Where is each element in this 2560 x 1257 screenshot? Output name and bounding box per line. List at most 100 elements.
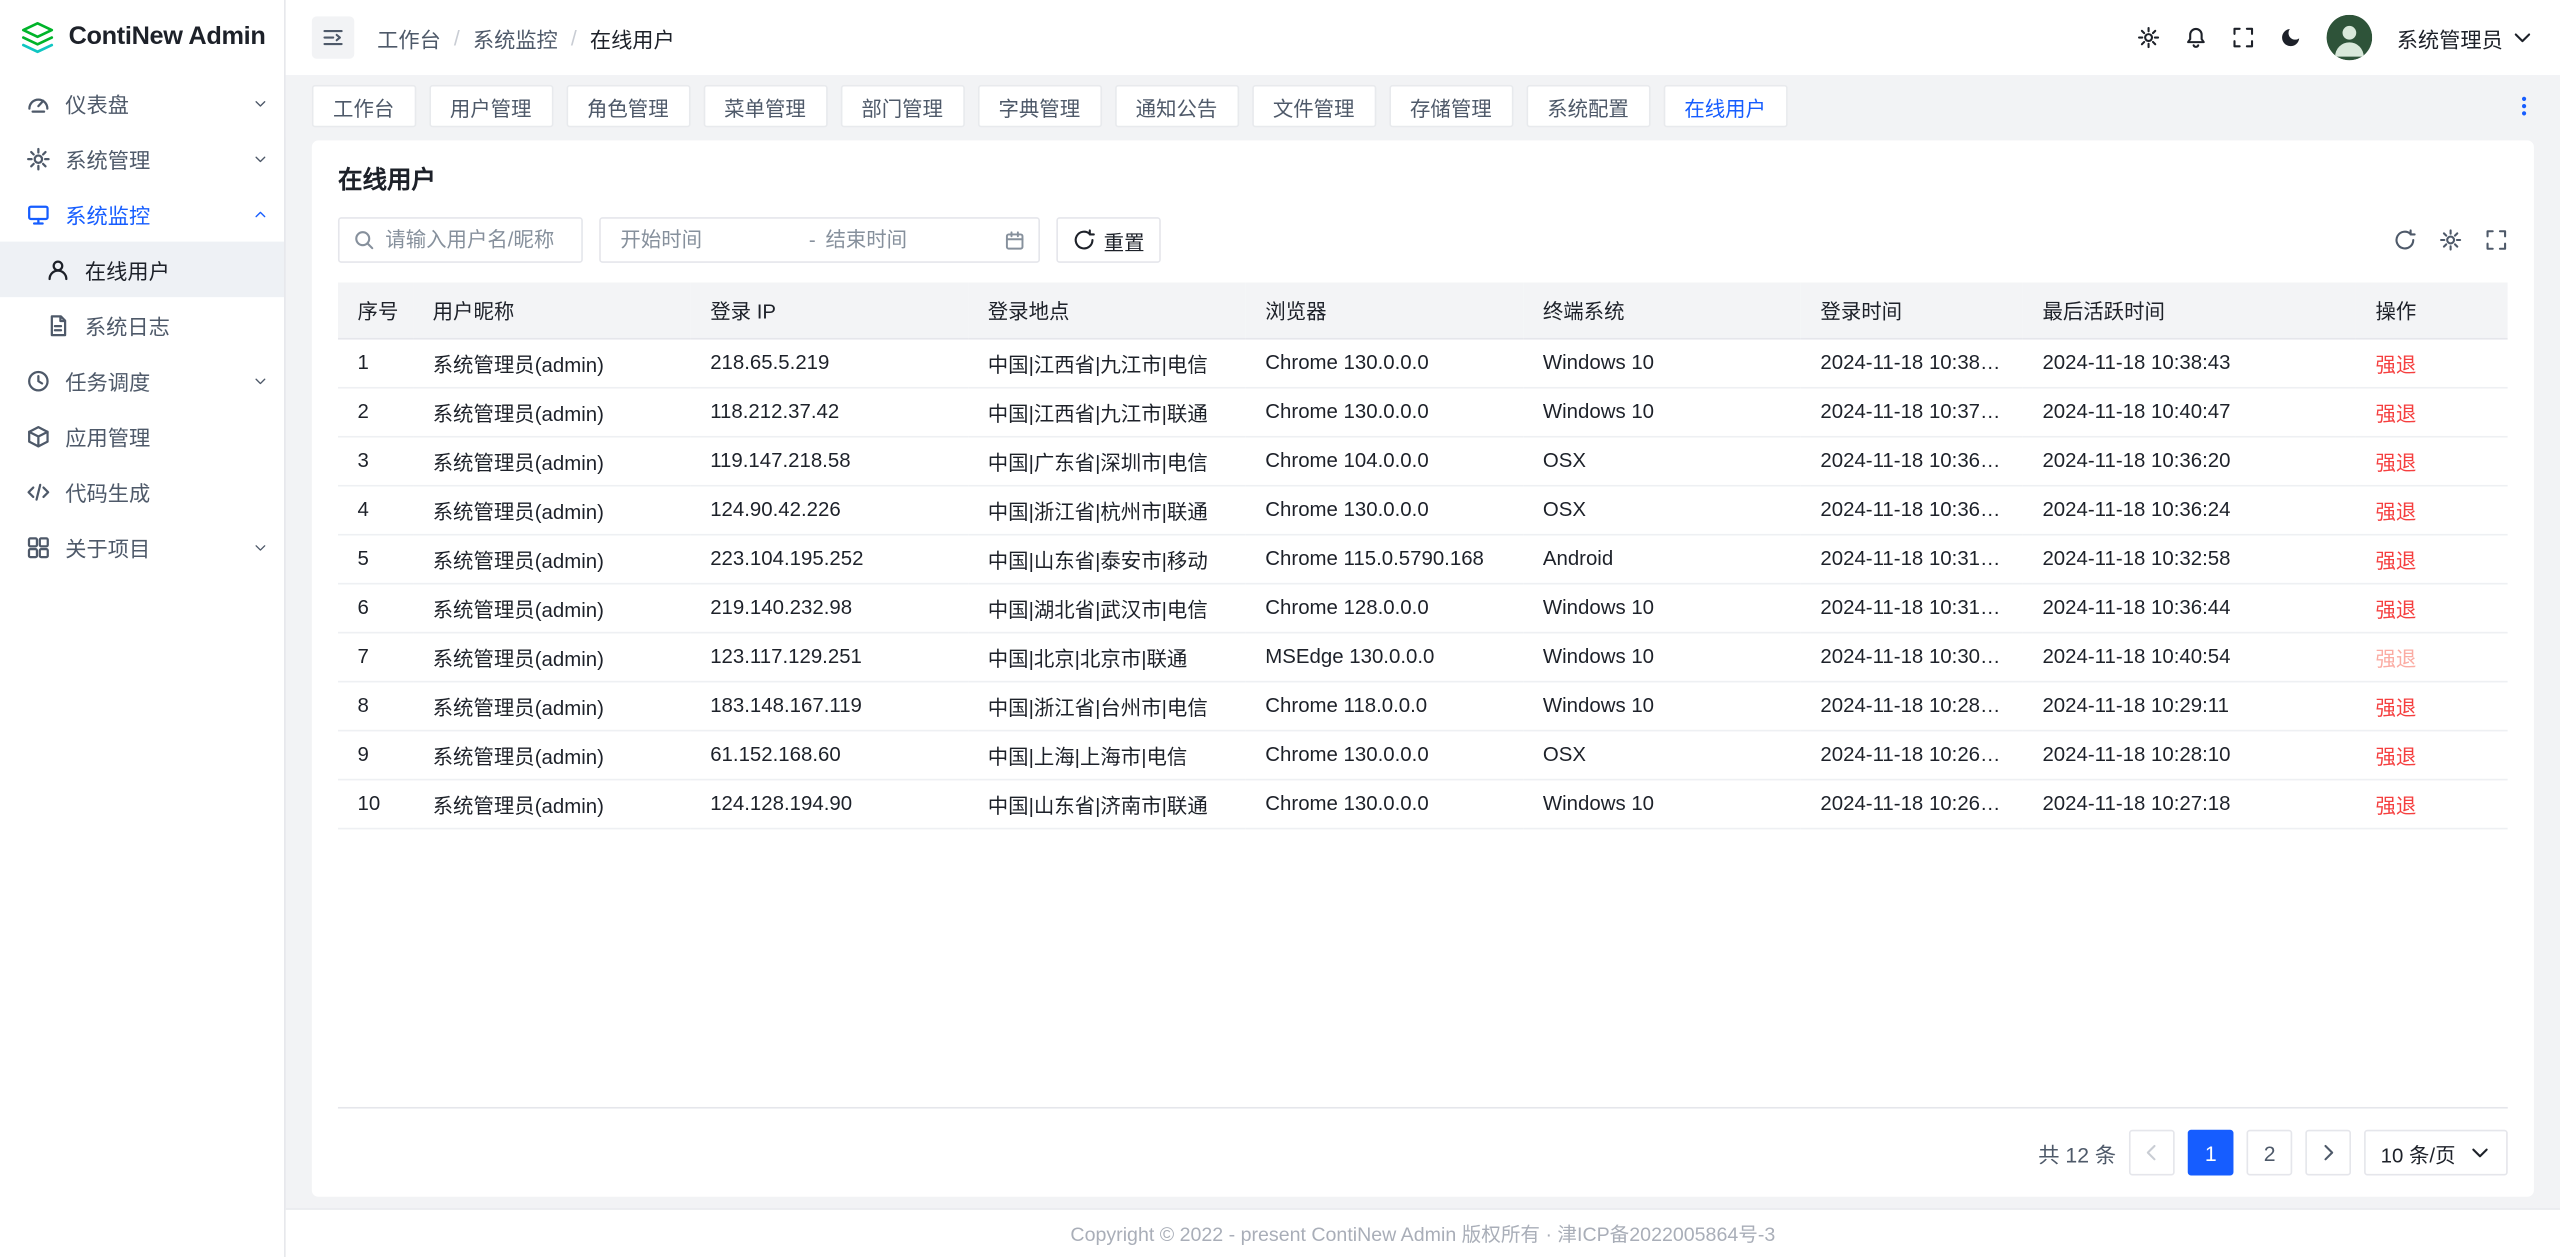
- tab-item[interactable]: 存储管理: [1389, 85, 1513, 127]
- avatar[interactable]: [2327, 15, 2373, 61]
- sidebar-item-task-schedule[interactable]: 任务调度: [0, 353, 284, 409]
- username-label: 系统管理员: [2397, 22, 2503, 53]
- tab-item[interactable]: 工作台: [312, 85, 416, 127]
- date-range-picker[interactable]: -: [599, 217, 1040, 263]
- table-row: 3系统管理员(admin)119.147.218.58中国|广东省|深圳市|电信…: [338, 436, 2508, 485]
- more-vertical-icon: [2513, 95, 2536, 118]
- chevron-down-icon: [253, 151, 268, 166]
- reset-button-label: 重置: [1104, 224, 1145, 255]
- sidebar-item-system-log[interactable]: 系统日志: [0, 297, 284, 353]
- refresh-button[interactable]: [2393, 229, 2416, 252]
- page-title: 在线用户: [338, 162, 2508, 196]
- cell-index: 8: [338, 681, 413, 730]
- expand-button[interactable]: [2485, 229, 2508, 252]
- pagination-total: 共 12 条: [2038, 1137, 2116, 1168]
- menu-item-label: 系统日志: [85, 309, 268, 340]
- cell-nickname: 系统管理员(admin): [413, 436, 691, 485]
- table-row: 9系统管理员(admin)61.152.168.60中国|上海|上海市|电信Ch…: [338, 730, 2508, 779]
- cell-index: 2: [338, 387, 413, 436]
- tab-item[interactable]: 部门管理: [840, 85, 964, 127]
- reset-button[interactable]: 重置: [1056, 217, 1161, 263]
- column-header: 登录时间: [1801, 282, 2023, 338]
- gear-button[interactable]: [2137, 26, 2160, 49]
- logo-icon: [20, 20, 56, 56]
- chevron-down-icon: [2469, 1141, 2492, 1164]
- breadcrumb-item[interactable]: 系统监控: [473, 22, 558, 53]
- sidebar-item-code-generation[interactable]: 代码生成: [0, 464, 284, 520]
- moon-button[interactable]: [2279, 26, 2302, 49]
- cell-last-active: 2024-11-18 10:27:18: [2023, 779, 2356, 828]
- table-row: 2系统管理员(admin)118.212.37.42中国|江西省|九江市|联通C…: [338, 387, 2508, 436]
- breadcrumb-item[interactable]: 工作台: [377, 22, 441, 53]
- sidebar-item-system-management[interactable]: 系统管理: [0, 131, 284, 187]
- tab-item[interactable]: 角色管理: [566, 85, 690, 127]
- sidebar-item-system-monitor[interactable]: 系统监控: [0, 186, 284, 242]
- page-button-1[interactable]: 1: [2188, 1130, 2234, 1176]
- tab-item[interactable]: 通知公告: [1114, 85, 1238, 127]
- force-logout-link[interactable]: 强退: [2376, 500, 2417, 523]
- gear-icon: [2137, 26, 2160, 49]
- user-menu[interactable]: 系统管理员: [2397, 22, 2534, 53]
- cell-last-active: 2024-11-18 10:29:11: [2023, 681, 2356, 730]
- prev-page-button: [2129, 1130, 2175, 1176]
- code-icon: [26, 479, 50, 503]
- start-date-input[interactable]: [620, 229, 799, 252]
- force-logout-link[interactable]: 强退: [2376, 598, 2417, 621]
- cell-os: Windows 10: [1523, 387, 1801, 436]
- tab-item[interactable]: 文件管理: [1252, 85, 1376, 127]
- tab-item[interactable]: 系统配置: [1526, 85, 1650, 127]
- force-logout-link[interactable]: 强退: [2376, 696, 2417, 719]
- cell-ip: 118.212.37.42: [691, 387, 969, 436]
- page-size-select[interactable]: 10 条/页: [2364, 1130, 2507, 1176]
- force-logout-link[interactable]: 强退: [2376, 794, 2417, 817]
- gear-icon: [26, 146, 50, 170]
- cell-browser: Chrome 128.0.0.0: [1246, 583, 1524, 632]
- cell-index: 5: [338, 534, 413, 583]
- cell-location: 中国|湖北省|武汉市|电信: [968, 583, 1246, 632]
- next-page-button[interactable]: [2306, 1130, 2352, 1176]
- cell-browser: Chrome 130.0.0.0: [1246, 485, 1524, 534]
- tab-item[interactable]: 字典管理: [977, 85, 1101, 127]
- force-logout-link[interactable]: 强退: [2376, 451, 2417, 474]
- force-logout-link[interactable]: 强退: [2376, 549, 2417, 572]
- cell-actions: 强退: [2356, 632, 2508, 681]
- header-right: 系统管理员: [2137, 15, 2534, 61]
- sidebar-item-online-user[interactable]: 在线用户: [0, 242, 284, 298]
- column-header: 序号: [338, 282, 413, 338]
- file-icon: [46, 313, 70, 337]
- page-button-2[interactable]: 2: [2247, 1130, 2293, 1176]
- bell-button[interactable]: [2184, 26, 2207, 49]
- sidebar-item-app-management[interactable]: 应用管理: [0, 408, 284, 464]
- tab-item[interactable]: 菜单管理: [703, 85, 827, 127]
- force-logout-link[interactable]: 强退: [2376, 353, 2417, 376]
- column-header: 操作: [2356, 282, 2508, 338]
- cell-actions: 强退: [2356, 681, 2508, 730]
- cell-actions: 强退: [2356, 436, 2508, 485]
- cell-location: 中国|浙江省|台州市|电信: [968, 681, 1246, 730]
- tab-item[interactable]: 在线用户: [1663, 85, 1787, 127]
- chevron-left-icon: [2141, 1141, 2164, 1164]
- force-logout-link[interactable]: 强退: [2376, 402, 2417, 425]
- menu-collapse-button[interactable]: [312, 16, 354, 58]
- breadcrumb-item: 在线用户: [590, 22, 675, 53]
- online-users-table: 序号用户昵称登录 IP登录地点浏览器终端系统登录时间最后活跃时间操作 1系统管理…: [338, 282, 2508, 828]
- chevron-down-icon: [253, 96, 268, 111]
- sidebar-item-about-project[interactable]: 关于项目: [0, 519, 284, 575]
- cell-os: Windows 10: [1523, 681, 1801, 730]
- tab-item[interactable]: 用户管理: [429, 85, 553, 127]
- search-input[interactable]: [385, 229, 568, 252]
- force-logout-link[interactable]: 强退: [2376, 745, 2417, 768]
- cell-ip: 124.128.194.90: [691, 779, 969, 828]
- logo[interactable]: ContiNew Admin: [0, 0, 284, 75]
- expand-button[interactable]: [2232, 26, 2255, 49]
- user-icon: [46, 257, 70, 281]
- cell-actions: 强退: [2356, 779, 2508, 828]
- menu-fold-icon: [322, 26, 345, 49]
- gear-button[interactable]: [2439, 229, 2462, 252]
- table-row: 4系统管理员(admin)124.90.42.226中国|浙江省|杭州市|联通C…: [338, 485, 2508, 534]
- sidebar-item-dashboard[interactable]: 仪表盘: [0, 75, 284, 131]
- tab-more-button[interactable]: [2504, 87, 2543, 126]
- end-date-input[interactable]: [825, 229, 1004, 252]
- refresh-icon: [1073, 229, 1096, 252]
- cell-os: Windows 10: [1523, 338, 1801, 387]
